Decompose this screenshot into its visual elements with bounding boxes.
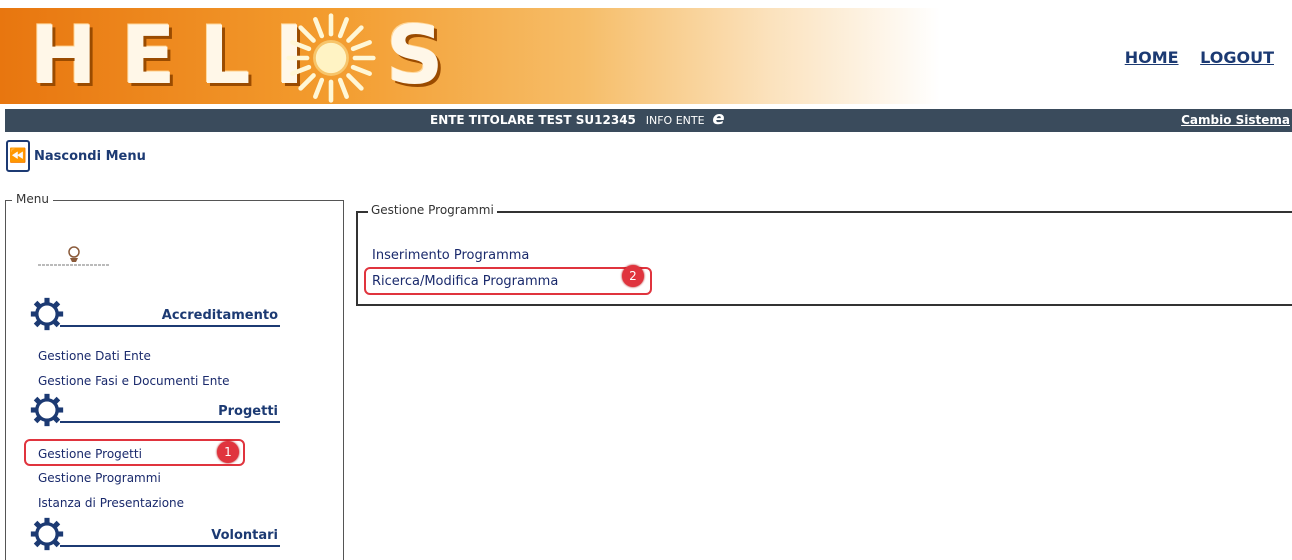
gestione-programmi-panel: Gestione Programmi Inserimento Programma… [356,203,1292,306]
ente-bar: ENTE TITOLARE TEST SU12345 INFO ENTE e C… [5,109,1292,132]
gear-icon [30,393,64,427]
programmi-legend: Gestione Programmi [368,203,497,217]
ente-name: ENTE TITOLARE TEST SU12345 [430,113,636,127]
gear-icon [30,297,64,331]
internet-explorer-icon[interactable]: e [712,110,724,128]
hide-menu-label: Nascondi Menu [34,148,146,164]
cambio-sistema-link[interactable]: Cambio Sistema [1181,113,1290,127]
gear-icon [30,517,64,551]
menu-legend: Menu [12,192,53,206]
rewind-icon[interactable]: ⏪ [6,140,30,172]
header: HELI S HOME LOGOUT [0,0,1292,108]
top-links: HOME LOGOUT [1109,48,1274,67]
inserimento-programma-link[interactable]: Inserimento Programma [372,248,529,263]
section-underline [60,421,280,423]
section-title-progetti: Progetti [218,404,278,419]
step-badge-2: 2 [622,265,644,287]
logo-text-end: S [386,9,444,102]
section-progetti: Progetti [30,393,280,429]
hide-menu-button[interactable]: ⏪ Nascondi Menu [6,138,146,174]
ricerca-modifica-programma-link[interactable]: Ricerca/Modifica Programma [372,274,558,289]
menu-item-istanza-presentazione[interactable]: Istanza di Presentazione [38,496,184,510]
menu-item-gestione-dati-ente[interactable]: Gestione Dati Ente [38,349,151,363]
helios-banner: HELI S [0,8,940,104]
section-title-accreditamento: Accreditamento [161,308,278,323]
ente-info: ENTE TITOLARE TEST SU12345 INFO ENTE e [430,110,725,128]
section-accreditamento: Accreditamento [30,297,280,333]
logout-link[interactable]: LOGOUT [1200,48,1274,67]
logo-text: HELI [30,9,329,102]
step-badge-1: 1 [217,441,239,463]
info-ente-link[interactable]: INFO ENTE [646,114,705,127]
menu-item-gestione-programmi[interactable]: Gestione Programmi [38,471,161,485]
sun-icon [286,13,376,103]
home-link[interactable]: HOME [1125,48,1179,67]
menu-item-gestione-progetti[interactable]: Gestione Progetti [38,447,142,461]
section-underline [60,545,280,547]
republic-emblem-icon [38,246,110,266]
section-title-volontari: Volontari [211,528,278,543]
menu-panel: Menu Accreditamento Gestione Dati Ente G… [5,192,344,560]
menu-item-gestione-fasi-documenti[interactable]: Gestione Fasi e Documenti Ente [38,374,229,388]
section-underline [60,325,280,327]
